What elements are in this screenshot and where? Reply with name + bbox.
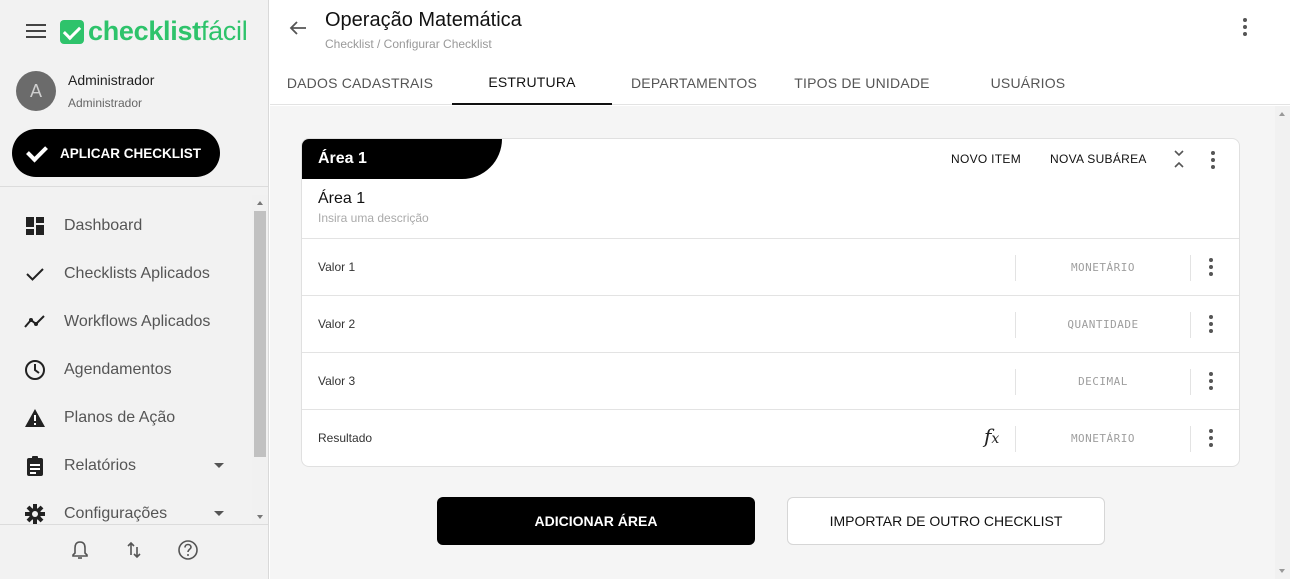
apply-checklist-button[interactable]: APLICAR CHECKLIST	[12, 129, 220, 177]
tab-dados-cadastrais[interactable]: DADOS CADASTRAIS	[280, 61, 440, 105]
menu-icon[interactable]	[26, 24, 46, 40]
sidebar-item-agendamentos[interactable]: Agendamentos	[0, 346, 252, 394]
gear-icon	[24, 503, 46, 524]
tab-departamentos[interactable]: DEPARTAMENTOS	[614, 61, 774, 105]
logo-text-bold: checklist	[88, 16, 201, 46]
item-type[interactable]: DECIMAL	[1016, 375, 1190, 388]
scrollbar-thumb[interactable]	[254, 211, 266, 457]
breadcrumb: Checklist / Configurar Checklist	[325, 37, 492, 51]
avatar[interactable]: A	[16, 71, 56, 111]
sidebar-item-label: Configurações	[64, 505, 168, 522]
user-role: Administrador	[68, 96, 143, 110]
collapse-icon[interactable]	[1172, 149, 1186, 169]
item-label[interactable]: Valor 1	[318, 260, 355, 274]
sidebar-item-label: Agendamentos	[64, 361, 172, 378]
sidebar-item-dashboard[interactable]: Dashboard	[0, 202, 252, 250]
import-checklist-button[interactable]: IMPORTAR DE OUTRO CHECKLIST	[787, 497, 1105, 545]
page-title: Operação Matemática	[325, 9, 522, 31]
sync-icon[interactable]	[122, 538, 146, 562]
logo-check-icon	[60, 19, 84, 44]
area-description-field[interactable]: Insira uma descrição	[318, 211, 429, 225]
sidebar-item-workflows-aplicados[interactable]: Workflows Aplicados	[0, 298, 252, 346]
check-icon	[24, 141, 48, 165]
more-vert-icon[interactable]	[1206, 429, 1216, 447]
scroll-up-arrow-icon[interactable]	[257, 201, 263, 205]
divider	[0, 186, 268, 187]
bell-icon[interactable]	[68, 538, 92, 562]
sidebar-scrollbar[interactable]	[252, 195, 268, 525]
sidebar-item-label: Relatórios	[64, 457, 137, 474]
dashboard-icon	[24, 215, 46, 237]
area-card: Área 1 NOVO ITEM NOVA SUBÁREA Área 1 Ins…	[301, 138, 1240, 467]
item-type[interactable]: QUANTIDADE	[1016, 318, 1190, 331]
area-name[interactable]: Área 1	[318, 190, 365, 208]
more-vert-icon[interactable]	[1206, 258, 1216, 276]
back-arrow-icon[interactable]	[288, 18, 310, 40]
list-item[interactable]: Valor 1 MONETÁRIO	[302, 238, 1239, 295]
clock-icon	[24, 359, 46, 381]
sidebar-item-label: Planos de Ação	[64, 409, 176, 426]
logo: checklistfácil	[60, 16, 248, 47]
tab-estrutura[interactable]: ESTRUTURA	[452, 61, 612, 105]
divider	[1190, 255, 1191, 281]
list-item[interactable]: Resultado fx MONETÁRIO	[302, 409, 1239, 466]
warning-icon	[24, 407, 46, 429]
sidebar-item-label: Dashboard	[64, 217, 143, 234]
add-area-button[interactable]: ADICIONAR ÁREA	[437, 497, 755, 545]
sidebar-item-configuracoes[interactable]: Configurações	[0, 490, 252, 524]
sidebar-item-checklists-aplicados[interactable]: Checklists Aplicados	[0, 250, 252, 298]
sidebar-item-label: Workflows Aplicados	[64, 313, 211, 330]
sidebar-nav: Dashboard Checklists Aplicados Workflows…	[0, 202, 252, 524]
sidebar-item-planos-de-acao[interactable]: Planos de Ação	[0, 394, 252, 442]
list-item[interactable]: Valor 3 DECIMAL	[302, 352, 1239, 409]
page-header: Operação Matemática Checklist / Configur…	[270, 0, 1290, 105]
scroll-down-arrow-icon[interactable]	[257, 515, 263, 519]
sidebar-item-label: Checklists Aplicados	[64, 265, 210, 282]
more-vert-icon[interactable]	[1240, 18, 1250, 36]
help-icon[interactable]	[176, 538, 200, 562]
item-type[interactable]: MONETÁRIO	[1016, 261, 1190, 274]
scroll-down-arrow-icon[interactable]	[1279, 569, 1285, 573]
more-vert-icon[interactable]	[1206, 372, 1216, 390]
sidebar: checklistfácil A Administrador Administr…	[0, 0, 269, 579]
tab-bar: DADOS CADASTRAIS ESTRUTURA DEPARTAMENTOS…	[270, 61, 1290, 105]
clipboard-icon	[24, 455, 46, 477]
chevron-down-icon	[214, 511, 224, 516]
item-label[interactable]: Valor 3	[318, 374, 355, 388]
divider	[1190, 426, 1191, 452]
scroll-up-arrow-icon[interactable]	[1279, 112, 1285, 116]
apply-checklist-label: APLICAR CHECKLIST	[60, 145, 201, 161]
user-name: Administrador	[68, 72, 155, 88]
main-scrollbar[interactable]	[1275, 106, 1290, 579]
divider	[1190, 369, 1191, 395]
item-type[interactable]: MONETÁRIO	[1016, 432, 1190, 445]
sidebar-item-relatorios[interactable]: Relatórios	[0, 442, 252, 490]
more-vert-icon[interactable]	[1206, 315, 1216, 333]
new-subarea-button[interactable]: NOVA SUBÁREA	[1050, 152, 1147, 166]
tab-usuarios[interactable]: USUÁRIOS	[948, 61, 1108, 105]
chevron-down-icon	[214, 463, 224, 468]
sidebar-footer	[68, 538, 200, 562]
divider	[0, 524, 268, 525]
item-label[interactable]: Valor 2	[318, 317, 355, 331]
new-item-button[interactable]: NOVO ITEM	[951, 152, 1021, 166]
tab-tipos-de-unidade[interactable]: TIPOS DE UNIDADE	[782, 61, 942, 105]
divider	[1190, 312, 1191, 338]
area-tag: Área 1	[302, 139, 502, 179]
check-icon	[24, 263, 46, 285]
item-label[interactable]: Resultado	[318, 431, 372, 445]
logo-text-light: fácil	[200, 16, 248, 46]
more-vert-icon[interactable]	[1208, 151, 1218, 169]
trending-icon	[24, 311, 46, 333]
formula-icon[interactable]: fx	[984, 424, 999, 448]
list-item[interactable]: Valor 2 QUANTIDADE	[302, 295, 1239, 352]
